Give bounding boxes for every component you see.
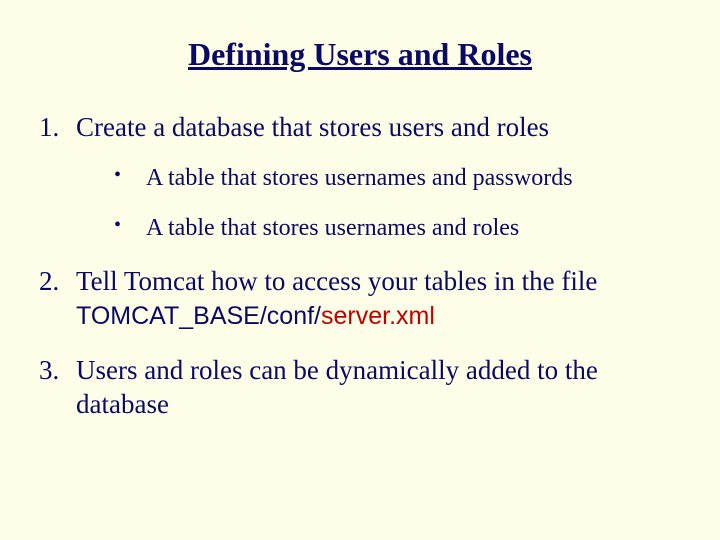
list-item-1: Create a database that stores users and …	[66, 111, 692, 243]
list-item-1-text: Create a database that stores users and …	[76, 112, 549, 142]
list-item-3-text: Users and roles can be dynamically added…	[76, 355, 598, 419]
sub-item-1: A table that stores usernames and passwo…	[114, 163, 692, 193]
sub-list: A table that stores usernames and passwo…	[76, 163, 692, 243]
slide: Defining Users and Roles Create a databa…	[0, 0, 720, 540]
sub-item-2-text: A table that stores usernames and roles	[146, 215, 519, 241]
sub-item-1-text: A table that stores usernames and passwo…	[146, 165, 573, 191]
numbered-list: Create a database that stores users and …	[28, 111, 692, 422]
list-item-3: Users and roles can be dynamically added…	[66, 354, 692, 422]
slide-title: Defining Users and Roles	[28, 36, 692, 73]
sub-item-2: A table that stores usernames and roles	[114, 213, 692, 243]
tomcat-file: server.xml	[321, 302, 435, 330]
tomcat-path: TOMCAT_BASE/conf/	[76, 302, 321, 330]
list-item-2: Tell Tomcat how to access your tables in…	[66, 265, 692, 333]
list-item-2-text: Tell Tomcat how to access your tables in…	[76, 266, 597, 296]
